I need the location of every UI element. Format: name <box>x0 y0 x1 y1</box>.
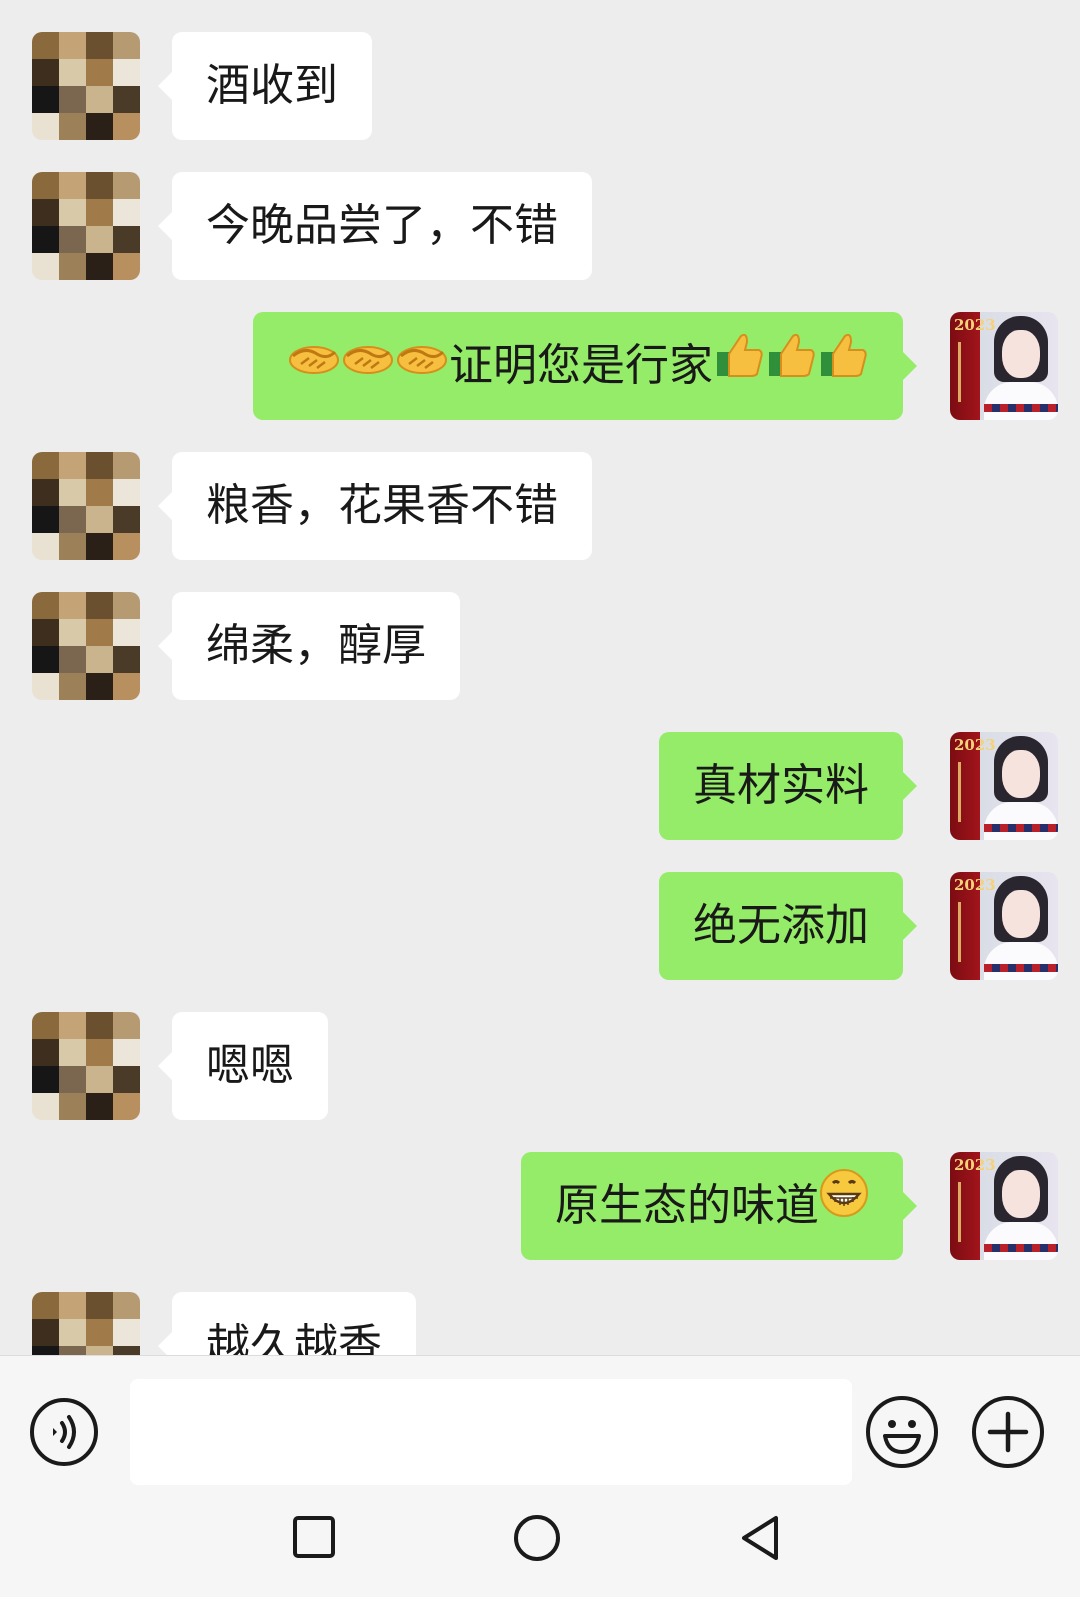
message-bubble[interactable]: 真材实料 <box>659 732 917 840</box>
message-text: 粮香，花果香不错 <box>206 480 558 531</box>
message-text: 酒收到 <box>206 60 338 111</box>
thumbs-up-emoji <box>713 310 765 418</box>
message-text: 真材实料 <box>693 760 869 811</box>
avatar-year-text: 2023 <box>954 1156 996 1174</box>
avatar-year-text: 2023 <box>954 876 996 894</box>
system-navigation-bar <box>0 1485 1080 1597</box>
message-text: 嗯嗯 <box>206 1040 294 1091</box>
chat-input-bar <box>0 1355 1080 1486</box>
avatar-year-text: 2023 <box>954 736 996 754</box>
message-text: 原生态的味道 <box>555 1180 819 1231</box>
message-input[interactable] <box>130 1379 852 1485</box>
friend-avatar[interactable] <box>32 592 140 700</box>
message-text: 证明您是行家 <box>449 340 713 391</box>
message-bubble[interactable]: 越久越香 <box>158 1292 416 1355</box>
self-avatar[interactable]: 2023 <box>950 312 1058 420</box>
message-bubble[interactable]: 原生态的味道 <box>521 1150 917 1260</box>
message-text: 绵柔，醇厚 <box>206 620 426 671</box>
chat-message-list[interactable]: 酒收到 今晚品尝了，不错 证明您是行家 2023 粮香，花果香不错 绵柔，醇厚 … <box>0 0 1080 1355</box>
message-text: 今晚品尝了，不错 <box>206 200 558 251</box>
home-button[interactable] <box>512 1513 562 1567</box>
self-avatar[interactable]: 2023 <box>950 732 1058 840</box>
message-bubble[interactable]: 粮香，花果香不错 <box>158 452 592 560</box>
friend-avatar[interactable] <box>32 452 140 560</box>
message-bubble[interactable]: 绝无添加 <box>659 872 917 980</box>
message-bubble[interactable]: 今晚品尝了，不错 <box>158 172 592 280</box>
self-avatar[interactable]: 2023 <box>950 872 1058 980</box>
message-bubble[interactable]: 酒收到 <box>158 32 372 140</box>
message-text: 越久越香 <box>206 1320 382 1355</box>
more-functions-button[interactable] <box>972 1396 1044 1468</box>
message-text: 绝无添加 <box>693 900 869 951</box>
message-bubble[interactable]: 嗯嗯 <box>158 1012 328 1120</box>
handshake-emoji <box>395 310 449 418</box>
recents-square-icon <box>290 1516 338 1565</box>
message-bubble[interactable]: 绵柔，醇厚 <box>158 592 460 700</box>
back-button[interactable] <box>736 1513 784 1567</box>
friend-avatar[interactable] <box>32 32 140 140</box>
message-bubble[interactable]: 证明您是行家 <box>253 310 917 420</box>
friend-avatar[interactable] <box>32 1012 140 1120</box>
voice-input-button[interactable] <box>30 1398 98 1466</box>
thumbs-up-emoji <box>817 310 869 418</box>
avatar-year-text: 2023 <box>954 316 996 334</box>
back-triangle-icon <box>736 1516 784 1567</box>
home-circle-icon <box>512 1515 562 1567</box>
friend-avatar[interactable] <box>32 172 140 280</box>
grinning-face-emoji <box>819 1150 869 1258</box>
handshake-emoji <box>341 310 395 418</box>
thumbs-up-emoji <box>765 310 817 418</box>
self-avatar[interactable]: 2023 <box>950 1152 1058 1260</box>
emoji-button[interactable] <box>866 1396 938 1468</box>
handshake-emoji <box>287 310 341 418</box>
recents-button[interactable] <box>290 1513 338 1565</box>
friend-avatar[interactable] <box>32 1292 140 1355</box>
